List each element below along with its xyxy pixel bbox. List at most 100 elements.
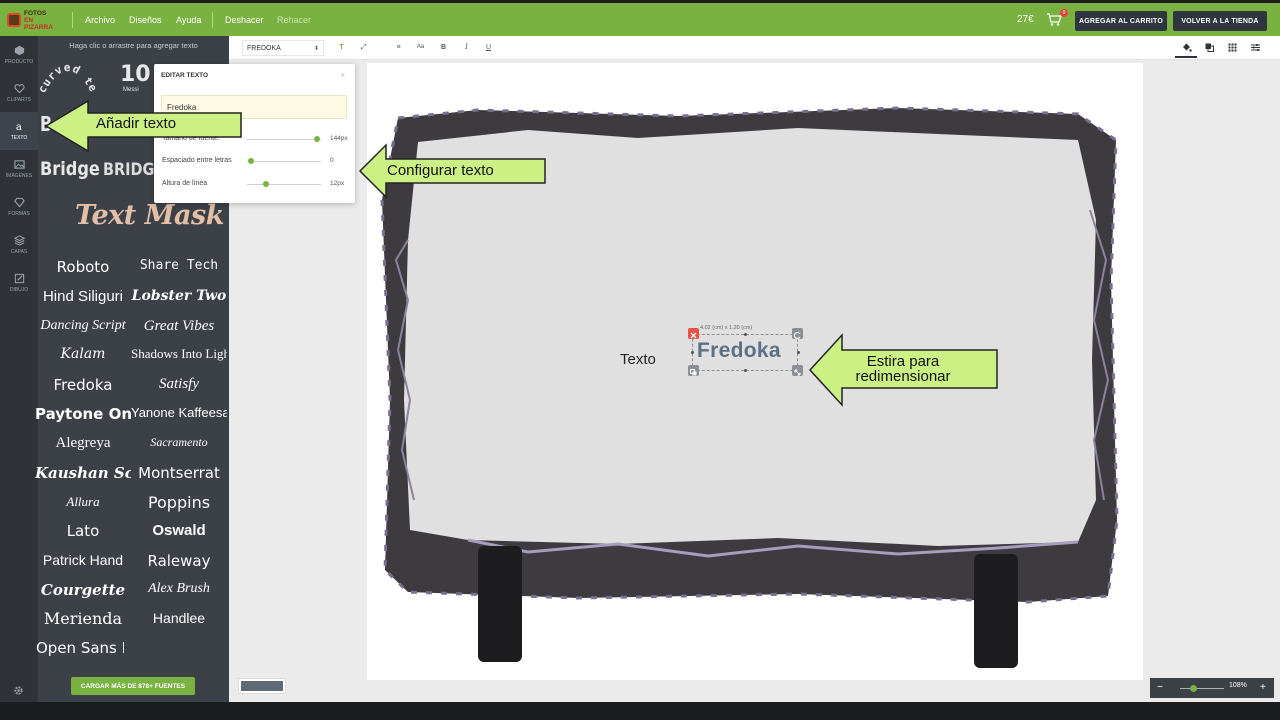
font-item[interactable]: Shadows Into Light — [131, 346, 227, 362]
font-item[interactable]: Kaushan Script — [35, 464, 131, 482]
font-size-icon[interactable]: Aa — [415, 42, 426, 53]
font-item[interactable]: Hind Siliguri — [35, 288, 131, 305]
bold-icon[interactable]: B — [438, 42, 449, 53]
resize-callout-line-1: Estira para — [866, 353, 940, 370]
settings-sliders-icon[interactable] — [1250, 42, 1261, 53]
rail-item-capas[interactable]: CAPAS — [0, 226, 38, 264]
font-item[interactable]: Montserrat — [131, 464, 227, 482]
font-item[interactable]: Share Tech — [131, 258, 227, 273]
cube-icon — [14, 45, 24, 56]
menu-ayuda[interactable]: Ayuda — [176, 15, 201, 25]
canvas-text-layer[interactable]: Texto — [620, 351, 656, 368]
logo-mark-icon — [7, 13, 21, 27]
close-icon[interactable]: × — [340, 70, 345, 80]
letter-spacing-value: 0 — [330, 157, 334, 164]
font-family-select[interactable]: FREDOKA ⬍ — [242, 40, 324, 56]
grid-icon[interactable] — [1227, 42, 1238, 53]
font-item[interactable]: Merienda — [35, 609, 131, 628]
active-tool-indicator — [1175, 56, 1197, 58]
selected-text-layer[interactable]: Fredoka — [697, 339, 781, 363]
brand-logo[interactable]: FOTOS EN PIZARRA — [7, 9, 63, 31]
font-color-icon[interactable]: T — [336, 42, 347, 53]
italic-icon[interactable]: I — [461, 42, 472, 53]
duplicate-handle-icon[interactable] — [688, 365, 699, 376]
configure-text-callout-label: Configurar texto — [387, 162, 494, 179]
letter-spacing-slider-knob[interactable] — [247, 158, 254, 164]
font-item[interactable]: Paytone One — [35, 405, 131, 423]
rail-item-dibujo[interactable]: DIBUJO — [0, 264, 38, 302]
font-item[interactable]: Yanone Kaffeesatz — [131, 405, 227, 420]
font-item[interactable]: Raleway — [131, 552, 227, 570]
rail-item-producto[interactable]: PRODUCTO — [0, 36, 38, 74]
font-item[interactable]: Dancing Script — [35, 318, 131, 334]
add-to-cart-button[interactable]: AGREGAR AL CARRITO — [1075, 11, 1167, 31]
menu-disenos[interactable]: Diseños — [129, 15, 162, 25]
page-thumbnail[interactable] — [238, 678, 286, 694]
resize-dot-top[interactable] — [744, 333, 747, 336]
undo-button[interactable]: Deshacer — [225, 15, 264, 25]
font-item[interactable]: Lato — [35, 522, 131, 540]
logo-line-2: EN PIZARRA — [24, 16, 53, 31]
line-height-label: Altura de línea — [162, 180, 208, 187]
text-effect-icon[interactable]: ⤢ — [358, 42, 369, 53]
redo-button[interactable]: Rehacer — [277, 15, 311, 25]
align-center-icon[interactable]: ≡ — [393, 42, 404, 53]
preset-number-ten[interactable]: 10 — [120, 62, 151, 87]
font-item[interactable]: Oswald — [131, 522, 227, 539]
letter-spacing-slider-track[interactable] — [247, 161, 321, 162]
logo-line-1: FOTOS — [24, 9, 47, 17]
font-item[interactable]: Roboto — [35, 258, 131, 276]
resize-dot-left[interactable] — [691, 351, 694, 354]
font-item[interactable]: Courgette — [35, 581, 131, 599]
rail-item-texto[interactable]: a TEXTO — [0, 112, 38, 150]
back-to-store-button[interactable]: VOLVER A LA TIENDA — [1173, 11, 1267, 31]
left-icon-rail: PRODUCTO CLIPARTS a TEXTO IMÁGENES FORMA… — [0, 36, 38, 702]
rail-item-cliparts[interactable]: CLIPARTS — [0, 74, 38, 112]
font-item[interactable]: Handlee — [131, 610, 227, 626]
top-bar: FOTOS EN PIZARRA Archivo Diseños Ayuda D… — [0, 0, 1280, 36]
zoom-slider-track[interactable] — [1180, 688, 1224, 689]
zoom-out-button[interactable]: − — [1157, 682, 1163, 693]
font-item[interactable]: Allura — [35, 494, 131, 510]
delete-handle-icon[interactable] — [688, 328, 699, 339]
resize-dot-right[interactable] — [797, 351, 800, 354]
zoom-in-button[interactable]: + — [1260, 682, 1266, 693]
font-item[interactable]: Great Vibes — [131, 318, 227, 335]
font-item[interactable]: Open Sans D — [28, 639, 124, 657]
font-item[interactable]: Patrick Hand — [35, 552, 131, 568]
rail-item-formas[interactable]: FORMAS — [0, 188, 38, 226]
heart-icon — [13, 84, 25, 94]
font-item[interactable]: Poppins — [131, 493, 227, 512]
font-item[interactable]: Sacramento — [131, 435, 227, 450]
font-family-value: FREDOKA — [247, 44, 281, 52]
load-more-fonts-button[interactable]: CARGAR MÁS DE 878+ FUENTES — [71, 677, 195, 695]
fill-icon[interactable] — [1181, 42, 1192, 53]
popup-title: EDITAR TEXTO — [161, 72, 209, 79]
line-height-slider-track[interactable] — [247, 184, 321, 185]
rail-label: PRODUCTO — [4, 59, 34, 65]
diamond-icon — [13, 197, 25, 208]
preset-messi-label[interactable]: Messi — [123, 87, 139, 93]
font-size-slider-track[interactable] — [247, 139, 321, 140]
font-item[interactable]: Lobster Two — [131, 288, 227, 304]
zoom-slider-knob[interactable] — [1190, 685, 1198, 692]
font-item[interactable]: Alegreya — [35, 435, 131, 452]
font-item[interactable]: Satisfy — [131, 376, 227, 393]
rail-item-imagenes[interactable]: IMÁGENES — [0, 150, 38, 188]
font-item[interactable]: Kalam — [35, 346, 131, 362]
gear-icon[interactable] — [13, 685, 24, 696]
line-height-slider-knob[interactable] — [262, 181, 269, 187]
preset-bridge-bold[interactable]: Bridge — [40, 158, 100, 180]
resize-handle-icon[interactable] — [792, 365, 803, 376]
font-size-slider-knob[interactable] — [314, 136, 321, 142]
preset-curved-text[interactable]: curved text — [40, 56, 96, 96]
font-item[interactable]: Fredoka — [35, 376, 131, 394]
menu-archivo[interactable]: Archivo — [85, 15, 115, 25]
resize-dot-bottom[interactable] — [744, 369, 747, 372]
font-item[interactable]: Alex Brush — [131, 581, 227, 597]
menu-divider — [212, 12, 213, 28]
layer-order-icon[interactable] — [1204, 42, 1215, 53]
rotate-handle-icon[interactable] — [792, 328, 803, 340]
underline-icon[interactable]: U — [483, 42, 494, 53]
preset-text-mask[interactable]: Text Mask — [75, 200, 224, 231]
